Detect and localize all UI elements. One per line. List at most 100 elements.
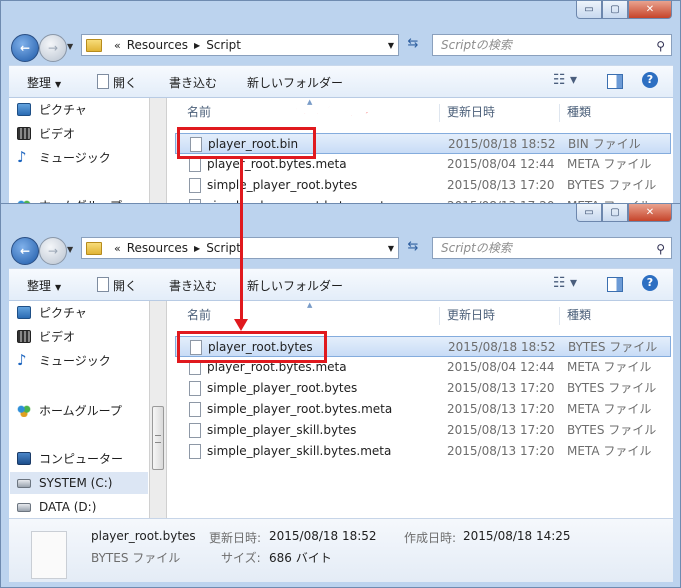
column-header-type[interactable]: 種類 [567, 98, 591, 126]
address-dropdown-icon[interactable]: ▼ [388, 244, 394, 253]
organize-button[interactable]: 整理 ▼ [27, 277, 61, 294]
file-icon [189, 423, 201, 438]
sidebar-item-data-d[interactable]: DATA (D:) [17, 497, 97, 517]
breadcrumb-resources[interactable]: Resources [127, 38, 188, 52]
open-button[interactable]: 開く [97, 277, 137, 294]
drive-c-icon [17, 479, 31, 488]
breadcrumb-overflow[interactable]: « [114, 39, 121, 52]
column-header-name[interactable]: 名前 [187, 98, 211, 126]
refresh-icon[interactable]: ⇆ [403, 36, 423, 54]
column-header-date[interactable]: 更新日時 [447, 301, 495, 329]
column-header-date[interactable]: 更新日時 [447, 98, 495, 126]
sidebar-item-pictures[interactable]: ピクチャ [17, 303, 87, 323]
preview-pane-icon[interactable] [607, 74, 623, 89]
navigation-scrollbar[interactable] [149, 301, 167, 518]
sidebar-item-music[interactable]: ♪ ミュージック [17, 351, 111, 371]
breadcrumb-script[interactable]: Script [206, 38, 241, 52]
burn-button[interactable]: 書き込む [169, 277, 217, 294]
search-input[interactable]: Scriptの検索 ⚲ [432, 237, 672, 259]
back-button[interactable]: ← [11, 34, 39, 62]
file-row[interactable]: simple_player_root.bytes 2015/08/13 17:2… [175, 378, 671, 399]
details-size-value: 686 バイト [269, 551, 332, 565]
sidebar-item-label: DATA (D:) [39, 500, 97, 514]
sidebar-item-videos[interactable]: ビデオ [17, 327, 76, 347]
breadcrumb-arrow-icon[interactable]: ▶ [194, 244, 200, 253]
file-row[interactable]: simple_player_skill.bytes 2015/08/13 17:… [175, 420, 671, 441]
sidebar-item-pictures[interactable]: ピクチャ [17, 100, 87, 120]
file-type: META ファイル [567, 360, 652, 374]
file-date: 2015/08/04 12:44 [447, 157, 555, 171]
search-input[interactable]: Scriptの検索 ⚲ [432, 34, 672, 56]
file-name: simple_player_root.bytes [207, 178, 358, 192]
sidebar-item-music[interactable]: ♪ ミュージック [17, 148, 111, 168]
file-date: 2015/08/18 18:52 [448, 137, 556, 151]
forward-button[interactable]: → [39, 34, 67, 62]
breadcrumb-resources[interactable]: Resources [127, 241, 188, 255]
column-divider[interactable] [439, 307, 440, 325]
organize-button[interactable]: 整理 ▼ [27, 74, 61, 91]
address-dropdown-icon[interactable]: ▼ [388, 41, 394, 50]
file-type: BIN ファイル [568, 137, 641, 151]
search-icon[interactable]: ⚲ [656, 36, 665, 56]
column-divider[interactable] [559, 307, 560, 325]
close-button[interactable]: ✕ [628, 1, 672, 19]
navigation-bar: ← → ▼ « Resources ▶ Script ▼ ⇆ Scriptの検索… [1, 31, 680, 62]
breadcrumb-overflow[interactable]: « [114, 242, 121, 255]
sidebar-item-computer[interactable]: コンピューター [17, 449, 123, 469]
arrow-right-icon: → [47, 41, 59, 55]
chevron-down-icon: ▼ [55, 80, 62, 89]
preview-pane-icon[interactable] [607, 277, 623, 292]
burn-button[interactable]: 書き込む [169, 74, 217, 91]
sidebar-item-system-c[interactable]: SYSTEM (C:) [17, 473, 112, 493]
column-header-type[interactable]: 種類 [567, 301, 591, 329]
search-icon[interactable]: ⚲ [656, 239, 665, 259]
file-icon [189, 157, 201, 172]
address-bar[interactable]: « Resources ▶ Script ▼ [81, 34, 399, 56]
back-button[interactable]: ← [11, 237, 39, 265]
file-icon [189, 444, 201, 459]
breadcrumb-script[interactable]: Script [206, 241, 241, 255]
caption-buttons: ▭ ▢ ✕ [576, 204, 672, 222]
file-type: BYTES ファイル [567, 423, 657, 437]
search-placeholder: Scriptの検索 [441, 241, 512, 255]
refresh-icon[interactable]: ⇆ [403, 239, 423, 257]
maximize-button[interactable]: ▢ [602, 1, 628, 19]
minimize-button[interactable]: ▭ [576, 204, 602, 222]
view-options-icon[interactable]: ☷ ▾ [553, 275, 577, 291]
new-folder-button[interactable]: 新しいフォルダー [247, 74, 343, 91]
details-modified-label: 更新日時: [209, 531, 262, 545]
forward-button[interactable]: → [39, 237, 67, 265]
open-label: 開く [113, 76, 138, 90]
file-name: simple_player_root.bytes.meta [207, 402, 393, 416]
arrow-left-icon: ← [19, 41, 31, 55]
help-icon[interactable]: ? [642, 72, 658, 88]
search-placeholder: Scriptの検索 [441, 38, 512, 52]
scrollbar-thumb[interactable] [152, 406, 164, 470]
computer-icon [17, 452, 31, 465]
column-header-name[interactable]: 名前 [187, 301, 211, 329]
new-folder-button[interactable]: 新しいフォルダー [247, 277, 343, 294]
drive-d-icon [17, 503, 31, 512]
caption-buttons: ▭ ▢ ✕ [576, 1, 672, 19]
file-row[interactable]: simple_player_root.bytes.meta 2015/08/13… [175, 399, 671, 420]
maximize-button[interactable]: ▢ [602, 204, 628, 222]
file-row[interactable]: simple_player_skill.bytes.meta 2015/08/1… [175, 441, 671, 462]
file-date: 2015/08/13 17:20 [447, 178, 555, 192]
sidebar-item-homegroup[interactable]: ホームグループ [17, 401, 122, 421]
navigation-scrollbar[interactable] [149, 98, 167, 209]
sidebar-item-label: ビデオ [39, 330, 76, 344]
column-divider[interactable] [559, 104, 560, 122]
help-icon[interactable]: ? [642, 275, 658, 291]
minimize-button[interactable]: ▭ [576, 1, 602, 19]
breadcrumb-arrow-icon[interactable]: ▶ [194, 41, 200, 50]
file-row[interactable]: simple_player_root.bytes 2015/08/13 17:2… [175, 175, 671, 196]
column-divider[interactable] [439, 104, 440, 122]
open-button[interactable]: 開く [97, 74, 137, 91]
chevron-down-icon: ▼ [55, 283, 62, 292]
sidebar-item-videos[interactable]: ビデオ [17, 124, 75, 144]
recent-pages-dropdown[interactable]: ▼ [67, 245, 73, 254]
recent-pages-dropdown[interactable]: ▼ [67, 42, 73, 51]
view-options-icon[interactable]: ☷ ▾ [553, 72, 577, 88]
details-modified-value: 2015/08/18 18:52 [269, 529, 377, 543]
close-button[interactable]: ✕ [628, 204, 672, 222]
